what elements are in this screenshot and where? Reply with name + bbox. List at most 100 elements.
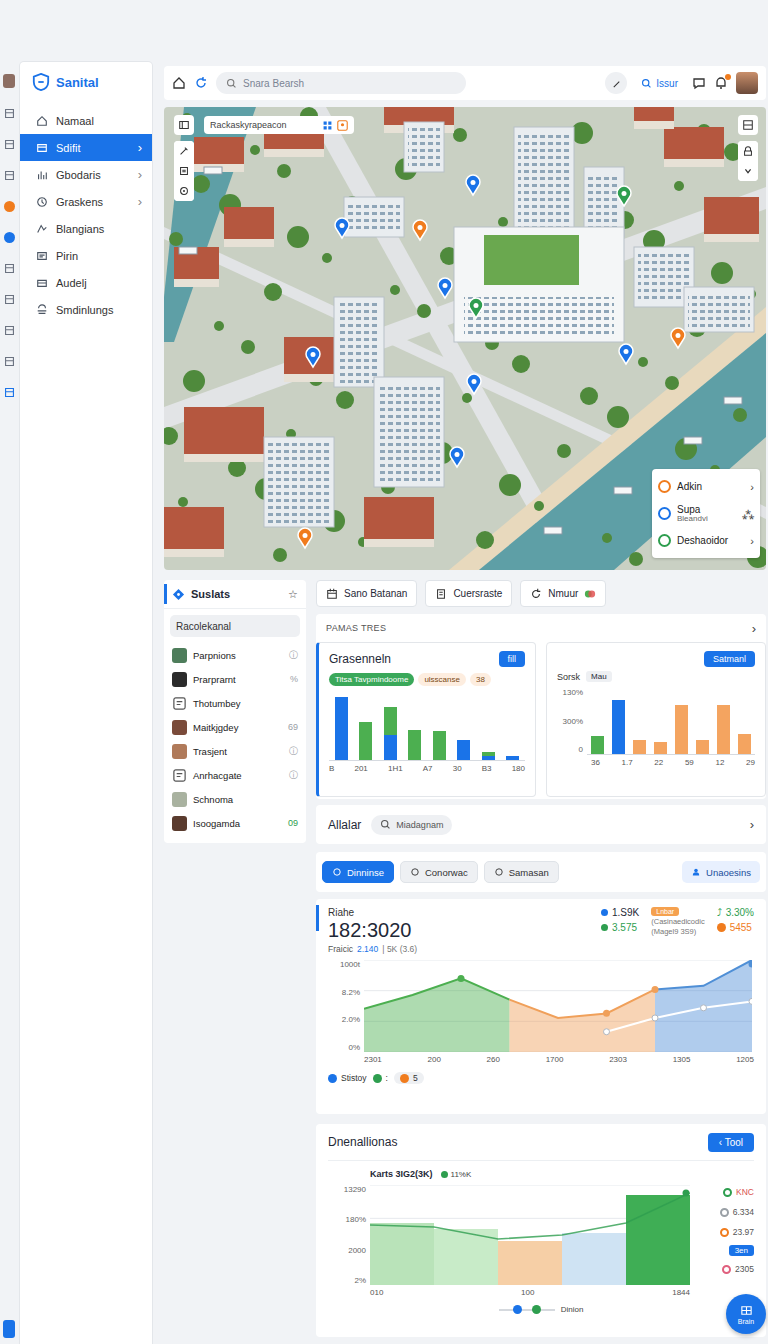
map-pin[interactable] — [617, 186, 631, 206]
map-pin[interactable] — [306, 347, 320, 367]
person-row[interactable]: Anrhacgate ⓘ — [164, 763, 306, 787]
layers-button[interactable] — [174, 115, 194, 135]
bar[interactable] — [408, 730, 421, 760]
data-point[interactable] — [652, 1015, 658, 1021]
notifications-button[interactable] — [714, 76, 728, 90]
map-pin[interactable] — [450, 447, 464, 467]
rail-nav-icon[interactable] — [4, 356, 15, 367]
bar[interactable] — [717, 705, 730, 754]
rail-nav-icon[interactable] — [4, 325, 15, 336]
data-point[interactable] — [603, 1010, 610, 1017]
rail-nav-icon[interactable] — [4, 263, 15, 274]
draw-button[interactable] — [174, 141, 194, 161]
action-button[interactable]: Nmuur — [520, 580, 606, 607]
person-row[interactable]: Trasjent ⓘ — [164, 739, 306, 763]
bar[interactable] — [612, 700, 625, 754]
map-pin[interactable] — [619, 344, 633, 364]
chevron-icon[interactable]: › — [750, 817, 754, 832]
rail-badge-icon[interactable] — [4, 201, 15, 212]
filter-field[interactable]: Racolekanal — [170, 615, 300, 637]
legend-item[interactable]: Adkin › — [658, 473, 754, 500]
rail-nav-icon[interactable] — [4, 387, 15, 398]
data-point[interactable] — [749, 961, 753, 968]
person-row[interactable]: Prarprarnt % — [164, 667, 306, 691]
data-point[interactable] — [749, 998, 752, 1004]
map-pin[interactable] — [467, 374, 481, 394]
person-row[interactable]: Thotumbey — [164, 691, 306, 715]
bar[interactable] — [482, 756, 495, 760]
panel-button[interactable]: Satmanl — [704, 651, 755, 667]
refresh-icon[interactable] — [194, 76, 208, 90]
data-point[interactable] — [458, 975, 465, 982]
person-row[interactable]: Parpnions ⓘ — [164, 643, 306, 667]
favorite-button[interactable]: ☆ — [288, 588, 298, 601]
bar[interactable] — [457, 740, 470, 760]
legend-item[interactable]: Stistoy — [328, 1073, 367, 1083]
home-icon[interactable] — [172, 76, 186, 90]
tab[interactable]: Samasan — [484, 861, 559, 883]
column[interactable] — [498, 1241, 562, 1285]
user-avatar[interactable] — [736, 72, 758, 94]
legend-item[interactable]: Supa Bleandvi ⁂ — [658, 500, 754, 527]
bar[interactable] — [384, 707, 397, 735]
column[interactable] — [562, 1233, 626, 1285]
list-button[interactable] — [174, 161, 194, 181]
sidebar-item[interactable]: Namaal — [20, 107, 152, 134]
save-button[interactable] — [738, 115, 758, 135]
sidebar-item[interactable]: Pirin — [20, 242, 152, 269]
search-button[interactable]: Issur — [635, 78, 684, 89]
data-point[interactable] — [701, 1005, 707, 1011]
person-row[interactable]: Maitkjgdey 69 — [164, 715, 306, 739]
rail-button[interactable] — [3, 1320, 15, 1338]
data-point[interactable] — [652, 986, 659, 993]
sidebar-item[interactable]: Smdinlungs — [20, 296, 152, 323]
rail-nav-icon[interactable] — [4, 170, 15, 181]
rail-nav-icon[interactable] — [4, 139, 15, 150]
rail-nav-icon[interactable] — [4, 108, 15, 119]
data-point[interactable] — [604, 1029, 610, 1035]
map-view[interactable]: Rackaskyrapeacon Adkin › Supa Bleandvi ⁂… — [164, 107, 766, 570]
legend-item[interactable]: : — [373, 1073, 388, 1083]
map-pin[interactable] — [469, 298, 483, 318]
chat-icon[interactable] — [692, 76, 706, 90]
range-slider[interactable] — [499, 1305, 555, 1314]
bar[interactable] — [654, 742, 667, 754]
chevron-icon[interactable]: › — [752, 621, 756, 636]
floating-action-button[interactable]: Brain — [726, 1294, 766, 1334]
search-field[interactable]: Snara Bearsh — [216, 72, 466, 94]
sidebar-item[interactable]: Gbodaris › — [20, 161, 152, 188]
edit-button[interactable] — [605, 72, 627, 94]
bar[interactable] — [433, 731, 446, 760]
bar[interactable] — [506, 756, 519, 760]
map-pin[interactable] — [438, 278, 452, 298]
rail-nav-icon[interactable] — [4, 294, 15, 305]
grid-icon[interactable] — [322, 120, 333, 131]
bar[interactable] — [335, 697, 348, 760]
bar[interactable] — [591, 736, 604, 755]
filter-search-field[interactable]: Miadagnam — [371, 815, 452, 835]
map-pin[interactable] — [298, 528, 312, 548]
user-avatar[interactable] — [3, 74, 15, 88]
tab[interactable]: Dinninse — [322, 861, 394, 883]
sidebar-item[interactable]: Blangians — [20, 215, 152, 242]
map-search-field[interactable]: Rackaskyrapeacon — [204, 116, 354, 134]
bar[interactable] — [738, 734, 751, 754]
locate-button[interactable] — [174, 181, 194, 201]
sidebar-item[interactable]: Graskens › — [20, 188, 152, 215]
map-pin[interactable] — [671, 328, 685, 348]
sidebar-item[interactable]: Audelj — [20, 269, 152, 296]
person-row[interactable]: Isoogamda 09 — [164, 811, 306, 835]
bar[interactable] — [696, 740, 709, 755]
bar[interactable] — [675, 705, 688, 754]
panel-button[interactable]: fill — [499, 651, 526, 667]
legend-item[interactable]: Deshaoidor › — [658, 527, 754, 554]
map-pin[interactable] — [466, 175, 480, 195]
tab-action-button[interactable]: Unaoesins — [682, 861, 760, 883]
action-button[interactable]: Cuersraste — [425, 580, 512, 607]
expand-button[interactable] — [738, 161, 758, 181]
rail-badge-icon[interactable] — [4, 232, 15, 243]
action-button[interactable]: Sano Batanan — [316, 580, 417, 607]
person-icon[interactable] — [337, 120, 348, 131]
app-logo[interactable]: Sanital — [20, 70, 152, 94]
bar[interactable] — [633, 740, 646, 755]
